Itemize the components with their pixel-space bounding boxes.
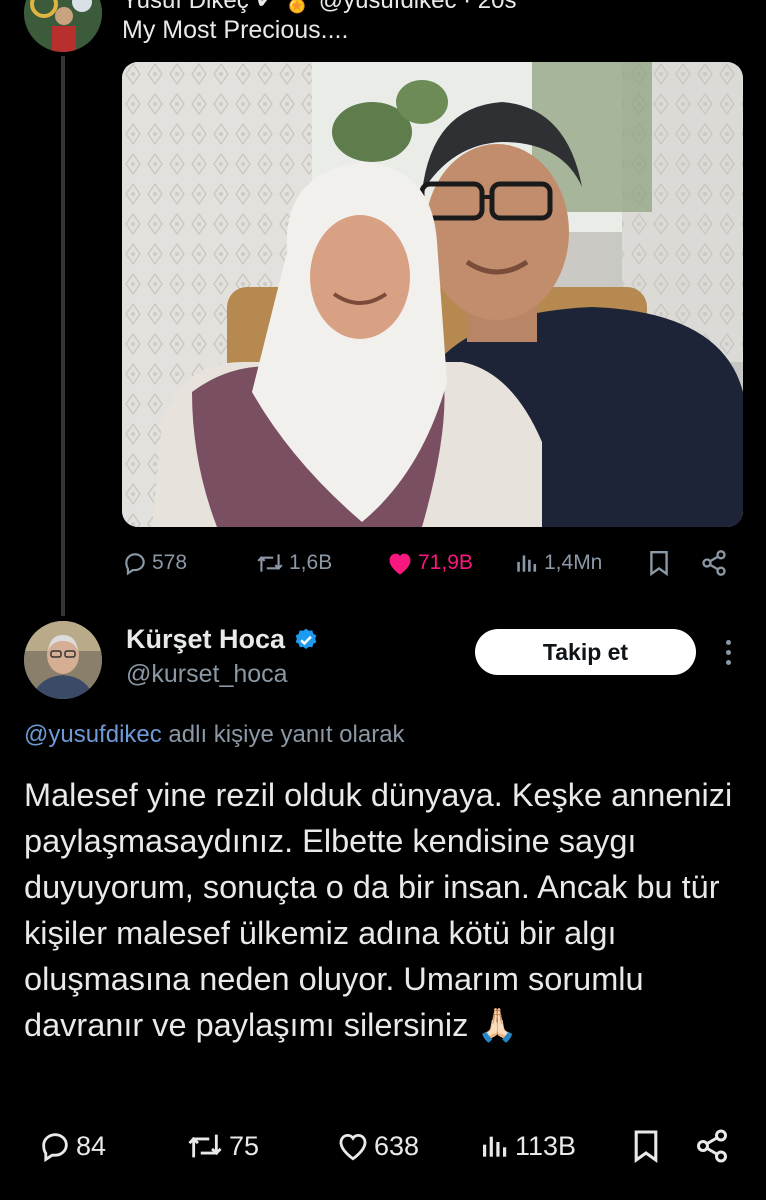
views-icon [483,1136,507,1157]
views-action[interactable]: 1,4Mn [514,543,602,583]
repost-count: 75 [229,1130,260,1161]
parent-tweet-actions: 578 1,6B 71,9B 1,4Mn [0,543,766,583]
repost-icon [257,554,283,572]
reply-icon [125,553,145,576]
views-icon [517,555,537,572]
parent-author-header[interactable]: Yusuf Dikeç ✔ 🏅 @yusufdikec · 20s [122,0,517,15]
reply-icon [42,1133,68,1163]
reply-author-handle[interactable]: @kurset_hoca [126,660,288,689]
repost-count: 1,6B [289,551,333,574]
bookmark-action[interactable] [647,543,671,583]
like-count: 638 [374,1130,420,1161]
bookmark-icon [650,550,668,576]
parent-avatar[interactable] [24,0,102,52]
bookmark-icon [634,1130,658,1163]
like-count: 71,9B [418,551,473,574]
share-icon [697,1129,727,1163]
bookmark-action[interactable] [632,1126,660,1166]
follow-button[interactable]: Takip et [475,629,696,675]
more-icon[interactable] [716,636,740,668]
share-action[interactable] [694,1126,730,1166]
reply-tweet-text: Malesef yine rezil olduk dünyaya. Keşke … [24,777,733,1043]
tweet-photo[interactable] [122,62,743,527]
views-count: 1,4Mn [544,551,603,574]
display-name: Kürşet Hoca [126,624,286,654]
heart-icon [339,1133,367,1161]
reply-action[interactable]: 578 [122,543,187,583]
reply-author-name[interactable]: Kürşet Hoca [126,624,319,655]
reply-count: 578 [152,551,188,574]
share-icon [702,550,726,576]
like-action[interactable]: 71,9B [386,543,473,583]
repost-icon [188,1134,222,1158]
reply-action[interactable]: 84 [38,1126,106,1166]
views-count: 113B [515,1130,577,1161]
reply-count: 84 [76,1130,107,1161]
reply-to-suffix: adlı kişiye yanıt olarak [161,721,405,748]
views-action[interactable]: 113B [479,1126,576,1166]
thread-line [61,56,65,616]
like-action[interactable]: 638 [336,1126,419,1166]
repost-action[interactable]: 75 [185,1126,259,1166]
repost-action[interactable]: 1,6B [255,543,332,583]
reply-avatar[interactable] [24,621,102,699]
parent-tweet-text: My Most Precious.... [122,16,349,44]
replying-to-line: @yusufdikec adlı kişiye yanıt olarak [24,721,405,749]
reply-tweet-actions: 84 75 638 113B [0,1126,766,1166]
heart-icon [389,553,411,575]
reply-mention-link[interactable]: @yusufdikec [24,721,162,748]
share-action[interactable] [700,543,728,583]
verified-badge-icon [295,628,317,649]
